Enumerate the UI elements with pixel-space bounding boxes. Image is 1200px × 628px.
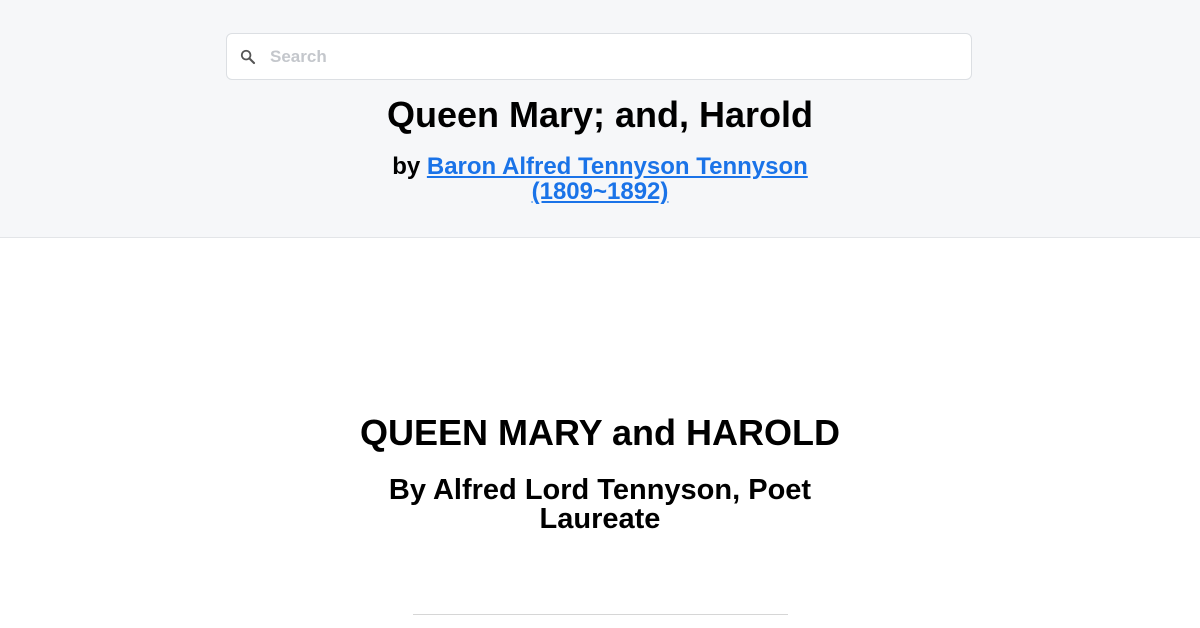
page-title: Queen Mary; and, Harold <box>386 94 814 135</box>
section-divider <box>413 614 788 615</box>
book-title: QUEEN MARY and HAROLD <box>359 412 841 453</box>
author-link[interactable]: Baron Alfred Tennyson Tennyson (1809~189… <box>427 153 808 205</box>
byline: by Baron Alfred Tennyson Tennyson (1809~… <box>380 154 820 204</box>
search-bar[interactable] <box>226 33 972 80</box>
search-icon <box>239 48 257 66</box>
search-input[interactable] <box>270 34 960 79</box>
book-subtitle: By Alfred Lord Tennyson, Poet Laureate <box>388 474 812 535</box>
byline-by-label: by <box>392 153 421 180</box>
page-header: Queen Mary; and, Harold by Baron Alfred … <box>0 0 1200 238</box>
